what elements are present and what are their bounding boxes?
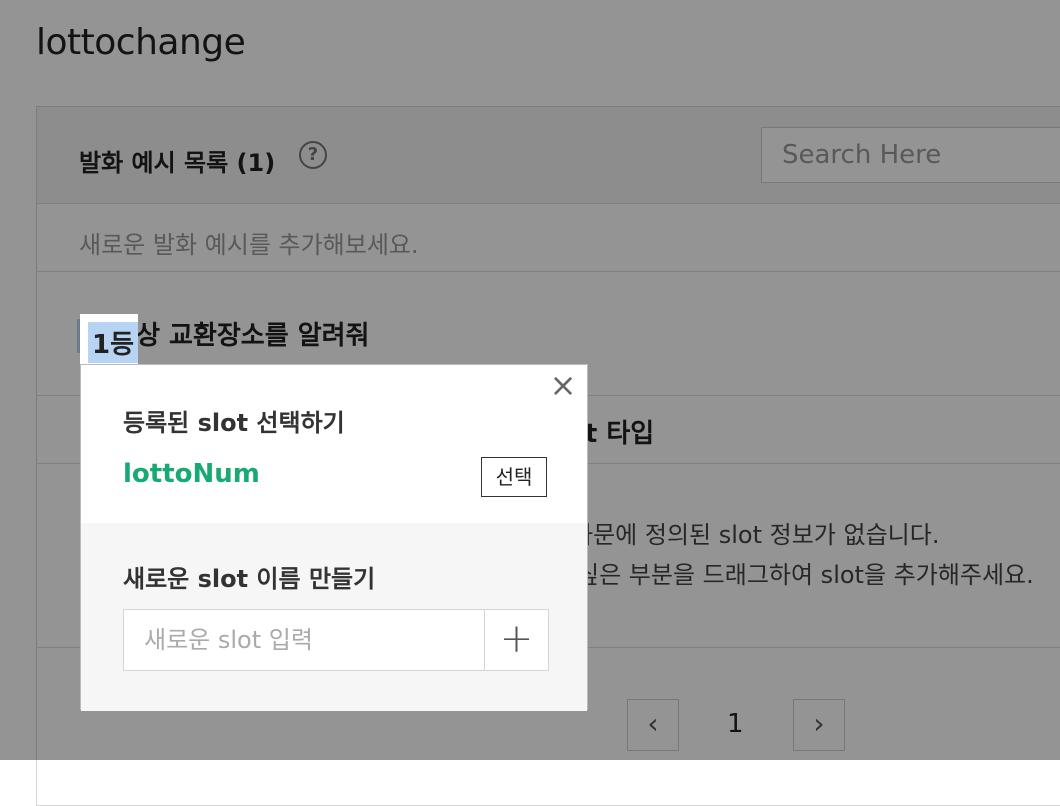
selected-token[interactable]: 1등 [88,322,139,363]
new-slot-section: 새로운 slot 이름 만들기 + [81,523,587,711]
registered-slot-section: 등록된 slot 선택하기 lottoNum 선택 [81,365,587,524]
close-icon[interactable]: × [549,369,577,401]
selected-token-lift: 1등 [80,314,139,364]
slot-popup: 등록된 slot 선택하기 lottoNum 선택 × 새로운 slot 이름 … [80,364,588,711]
new-slot-input[interactable] [123,609,485,671]
registered-slot-title: 등록된 slot 선택하기 [123,409,345,437]
slot-select-button[interactable]: 선택 [481,457,547,497]
new-slot-title: 새로운 slot 이름 만들기 [123,565,376,593]
slot-item-name: lottoNum [123,459,260,489]
add-slot-button[interactable]: + [485,609,549,671]
